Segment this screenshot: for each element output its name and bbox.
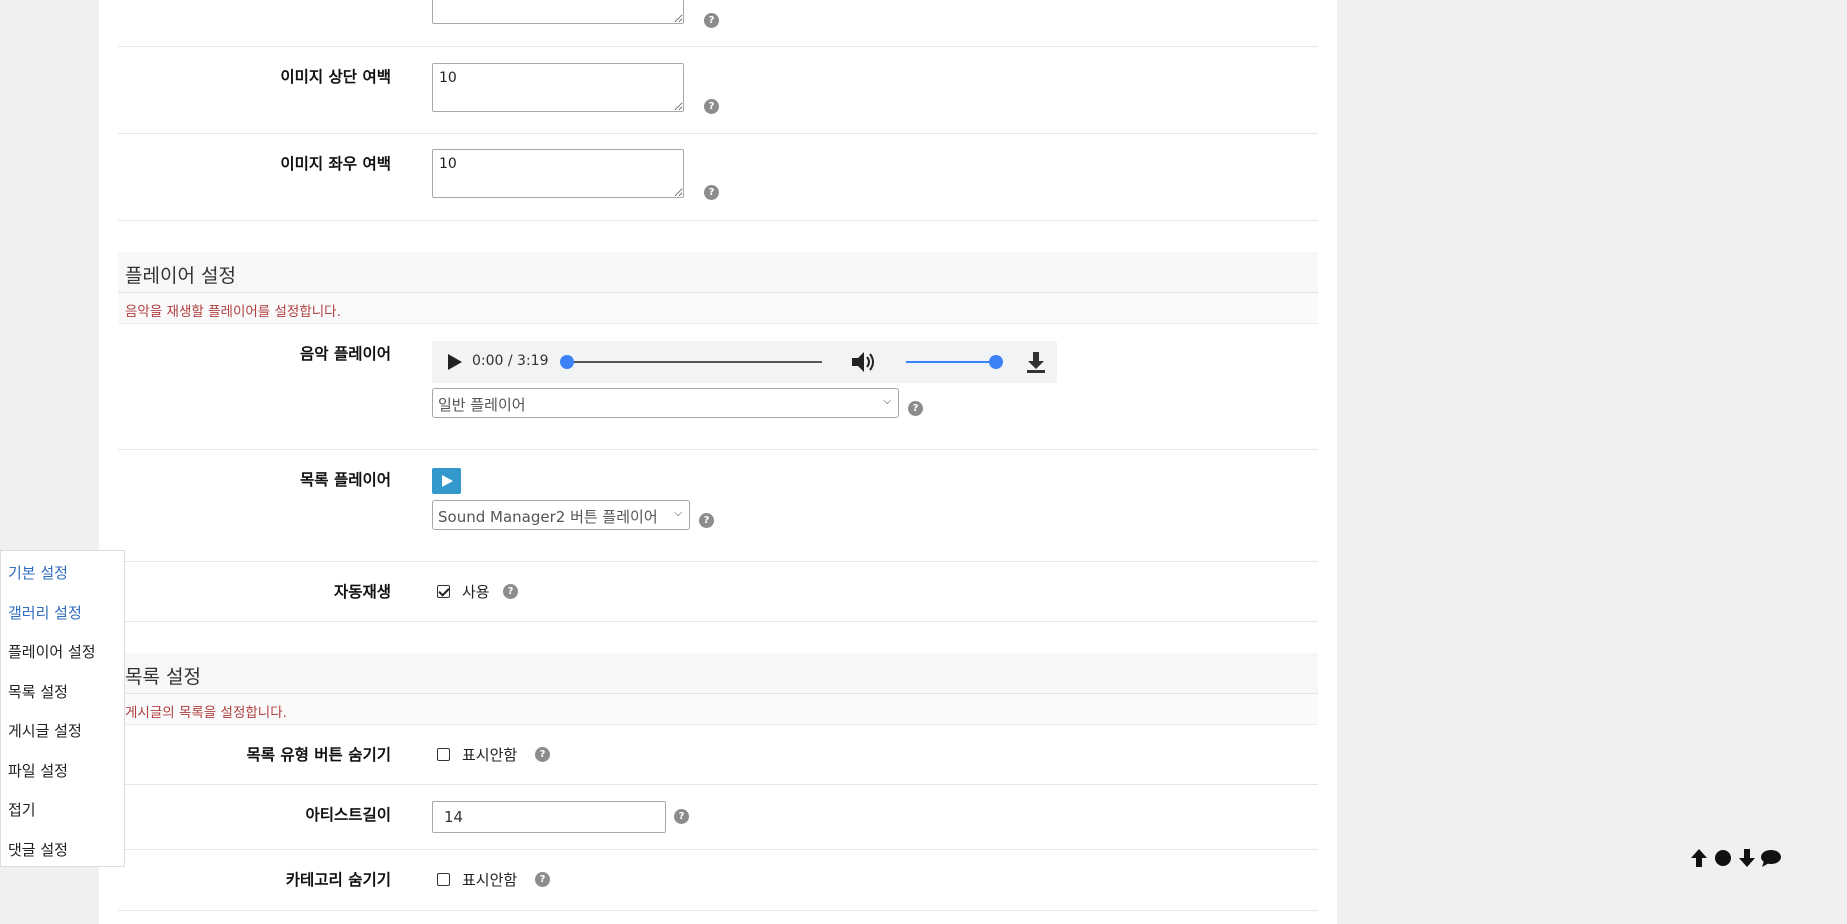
setting-row-artist-length: 아티스트길이 14 ? [118,785,1318,850]
chevron-down-icon: ⌵ [883,396,891,407]
volume-icon[interactable] [850,350,876,374]
autoplay-checkbox-label[interactable]: 사용 [462,581,490,602]
play-icon [442,475,453,487]
setting-row-hide-category: 카테고리 숨기기 표시안함 ? [118,850,1318,911]
play-icon[interactable] [446,352,464,372]
volume-fill [906,361,996,363]
help-icon[interactable]: ? [704,13,719,28]
section-title: 플레이어 설정 [125,265,236,287]
image-side-margin-input[interactable] [432,149,684,198]
list-player-select[interactable]: Sound Manager2 버튼 플레이어 ⌵ [432,500,690,530]
download-icon[interactable] [1025,350,1047,374]
select-value: 일반 플레이어 [438,396,526,414]
nav-item-comment-settings[interactable]: 댓글 설정 [8,839,68,860]
hide-category-checkbox-label[interactable]: 표시안함 [462,869,517,890]
setting-row-prev: ? [118,0,1318,47]
chevron-down-icon: ⌵ [674,508,682,519]
music-player-label: 음악 플레이어 [300,345,391,363]
help-icon[interactable]: ? [674,809,689,824]
audio-player: 0:00 / 3:19 [432,341,1057,383]
list-section-header: 목록 설정 [118,653,1318,694]
help-icon[interactable]: ? [503,584,518,599]
list-play-button[interactable] [432,468,461,494]
help-icon[interactable]: ? [535,747,550,762]
section-title: 목록 설정 [125,666,201,688]
setting-row-image-side-margin: 이미지 좌우 여백 ? [118,134,1318,221]
section-description: 게시글의 목록을 설정합니다. [125,705,287,721]
help-icon[interactable]: ? [908,401,923,416]
artist-length-input[interactable]: 14 [432,801,666,833]
hide-list-type-button-checkbox[interactable] [437,748,450,761]
help-icon[interactable]: ? [535,872,550,887]
section-description: 음악을 재생할 플레이어를 설정합니다. [125,304,341,320]
image-side-margin-label: 이미지 좌우 여백 [280,155,391,173]
list-player-label: 목록 플레이어 [300,471,391,489]
help-icon[interactable]: ? [699,513,714,528]
player-section-description: 음악을 재생할 플레이어를 설정합니다. [118,293,1318,324]
music-player-select[interactable]: 일반 플레이어 ⌵ [432,388,899,418]
nav-item-collapse[interactable]: 접기 [8,799,36,820]
hide-category-checkbox[interactable] [437,873,450,886]
hide-list-type-button-label: 목록 유형 버튼 숨기기 [246,746,391,764]
audio-time: 0:00 / 3:19 [472,353,549,369]
volume-thumb[interactable] [989,355,1003,369]
nav-item-basic-settings[interactable]: 기본 설정 [8,562,68,583]
nav-item-file-settings[interactable]: 파일 설정 [8,760,68,781]
arrow-up-icon[interactable] [1690,848,1708,868]
hide-category-label: 카테고리 숨기기 [285,871,391,889]
nav-item-list-settings[interactable]: 목록 설정 [8,681,68,702]
image-top-margin-input[interactable] [432,63,684,112]
nav-item-player-settings[interactable]: 플레이어 설정 [8,641,96,662]
progress-track[interactable] [567,361,822,363]
comment-icon[interactable] [1760,848,1782,868]
hide-list-type-button-checkbox-label[interactable]: 표시안함 [462,744,517,765]
help-icon[interactable]: ? [704,185,719,200]
artist-length-label: 아티스트길이 [305,806,391,824]
list-section-description: 게시글의 목록을 설정합니다. [118,694,1318,725]
circle-icon[interactable] [1714,848,1732,868]
prev-textarea[interactable] [432,0,684,24]
setting-row-hide-list-type-button: 목록 유형 버튼 숨기기 표시안함 ? [118,725,1318,785]
setting-row-image-top-margin: 이미지 상단 여백 ? [118,47,1318,134]
nav-item-post-settings[interactable]: 게시글 설정 [8,720,82,741]
progress-thumb[interactable] [560,355,574,369]
autoplay-label: 자동재생 [333,583,391,601]
select-value: Sound Manager2 버튼 플레이어 [438,508,658,526]
scroll-tools [1690,846,1782,870]
setting-row-autoplay: 자동재생 사용 ? [118,562,1318,622]
setting-row-list-player: 목록 플레이어 Sound Manager2 버튼 플레이어 ⌵ ? [118,450,1318,562]
autoplay-checkbox[interactable] [437,585,450,598]
player-section-header: 플레이어 설정 [118,252,1318,293]
image-top-margin-label: 이미지 상단 여백 [280,68,391,86]
side-navigation: 기본 설정 갤러리 설정 플레이어 설정 목록 설정 게시글 설정 파일 설정 … [0,550,125,867]
arrow-down-icon[interactable] [1738,848,1756,868]
nav-item-gallery-settings[interactable]: 갤러리 설정 [8,602,82,623]
help-icon[interactable]: ? [704,99,719,114]
